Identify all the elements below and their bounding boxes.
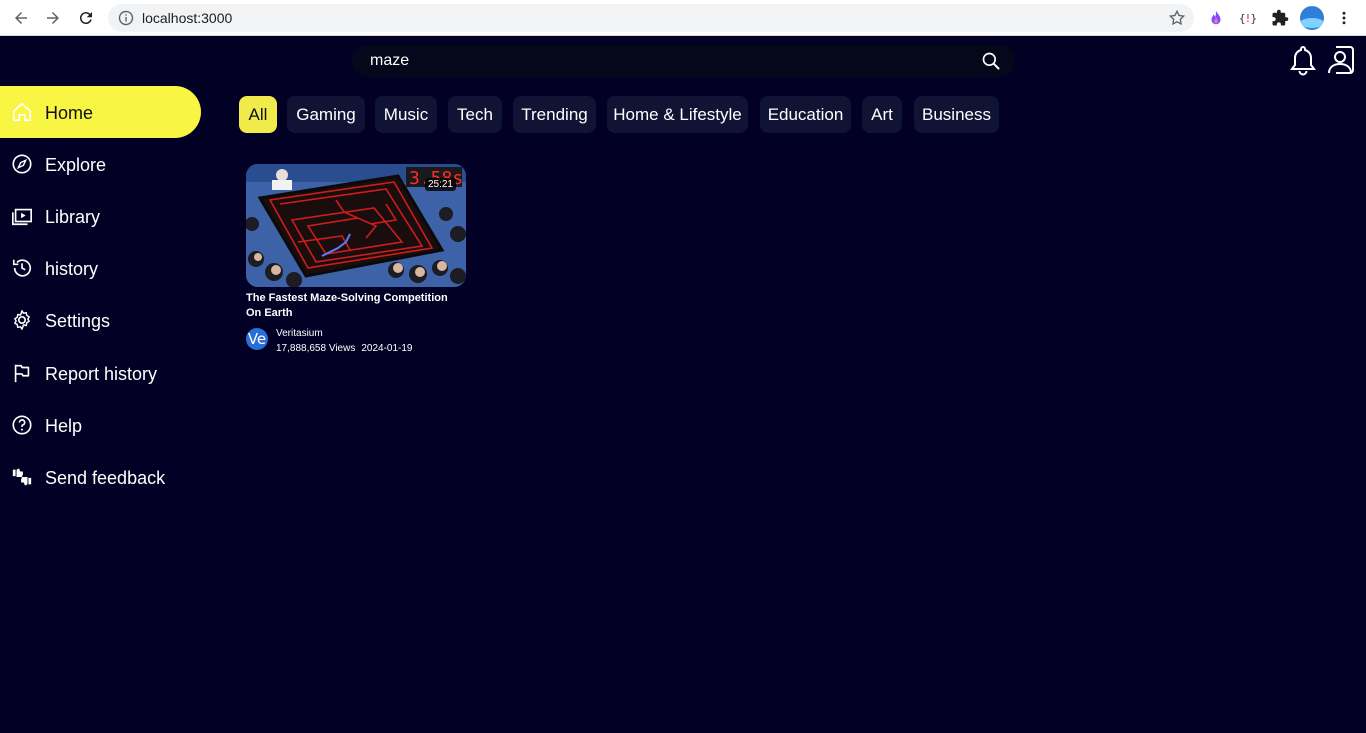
search-bar (352, 45, 1015, 77)
video-thumbnail[interactable]: 3.58s 25:21 (246, 164, 466, 287)
chip-home-lifestyle[interactable]: Home & Lifestyle (607, 96, 748, 133)
video-duration: 25:21 (424, 178, 456, 191)
sidebar-item-library[interactable]: Library (0, 190, 201, 242)
reload-button[interactable] (74, 6, 98, 30)
video-card[interactable]: 3.58s 25:21 The Fastest Maze-Solving Com… (246, 164, 466, 354)
compass-icon (12, 154, 32, 174)
back-button[interactable] (9, 6, 33, 30)
search-icon[interactable] (981, 51, 1001, 71)
bookmark-star-icon[interactable] (1168, 9, 1186, 27)
forward-arrow-icon (47, 12, 59, 24)
gear-icon (14, 310, 30, 330)
chip-all[interactable]: All (239, 96, 277, 133)
chip-education[interactable]: Education (760, 96, 851, 133)
address-bar[interactable]: localhost:3000 (108, 4, 1194, 32)
sidebar-item-settings[interactable]: Settings (0, 294, 201, 346)
search-input[interactable] (370, 49, 960, 73)
sidebar-item-explore[interactable]: Explore (0, 138, 201, 190)
upload-date: 2024-01-19 (361, 343, 413, 354)
user-icon[interactable] (1326, 44, 1358, 76)
video-meta: Ve Veritasium 17,888,658 Views 2024-01-19 (246, 327, 466, 354)
sidebar-item-label: Home (45, 103, 94, 123)
chip-music[interactable]: Music (375, 96, 437, 133)
browser-menu-icon[interactable] (1334, 8, 1354, 28)
chip-tech[interactable]: Tech (448, 96, 502, 133)
sidebar-item-label: Library (45, 207, 101, 227)
reload-icon (79, 12, 92, 25)
sidebar-item-label: Help (45, 416, 83, 436)
sidebar-item-help[interactable]: Help (0, 399, 201, 451)
extension-flame-icon[interactable] (1206, 8, 1226, 28)
library-icon (12, 208, 32, 226)
chip-business[interactable]: Business (914, 96, 999, 133)
url-text: localhost:3000 (142, 10, 233, 26)
info-icon[interactable] (118, 10, 134, 26)
chip-trending[interactable]: Trending (513, 96, 596, 133)
sidebar-item-label: history (45, 259, 99, 279)
forward-button[interactable] (41, 6, 65, 30)
app-root: Home Explore Library history Settings Re… (0, 36, 1366, 733)
sidebar-item-send-feedback[interactable]: Send feedback (0, 451, 201, 503)
video-title[interactable]: The Fastest Maze-Solving Competition On … (246, 291, 461, 321)
profile-avatar[interactable] (1300, 6, 1324, 30)
browser-toolbar: localhost:3000 {!} (0, 0, 1366, 36)
view-count: 17,888,658 Views (276, 343, 356, 354)
bell-icon[interactable] (1288, 44, 1318, 76)
sidebar-item-label: Send feedback (45, 468, 166, 488)
bottom-edge (0, 729, 1366, 733)
sidebar-item-label: Report history (45, 364, 158, 384)
sidebar-item-report-history[interactable]: Report history (0, 347, 201, 399)
channel-avatar[interactable]: Ve (246, 328, 268, 350)
channel-name[interactable]: Veritasium (276, 328, 323, 339)
back-arrow-icon (15, 12, 27, 24)
feedback-icon (12, 468, 32, 486)
sidebar-item-label: Settings (45, 311, 111, 331)
flag-icon (14, 364, 30, 383)
home-icon (12, 102, 32, 122)
sidebar-item-home[interactable]: Home (0, 86, 201, 138)
video-stats: 17,888,658 Views 2024-01-19 (276, 343, 412, 354)
extensions-puzzle-icon[interactable] (1270, 8, 1290, 28)
help-icon (12, 415, 32, 435)
sidebar-item-label: Explore (45, 155, 107, 175)
sidebar-item-history[interactable]: history (0, 242, 201, 294)
history-icon (12, 259, 32, 277)
chip-art[interactable]: Art (862, 96, 902, 133)
extension-json-icon[interactable]: {!} (1238, 8, 1258, 28)
chip-gaming[interactable]: Gaming (287, 96, 365, 133)
